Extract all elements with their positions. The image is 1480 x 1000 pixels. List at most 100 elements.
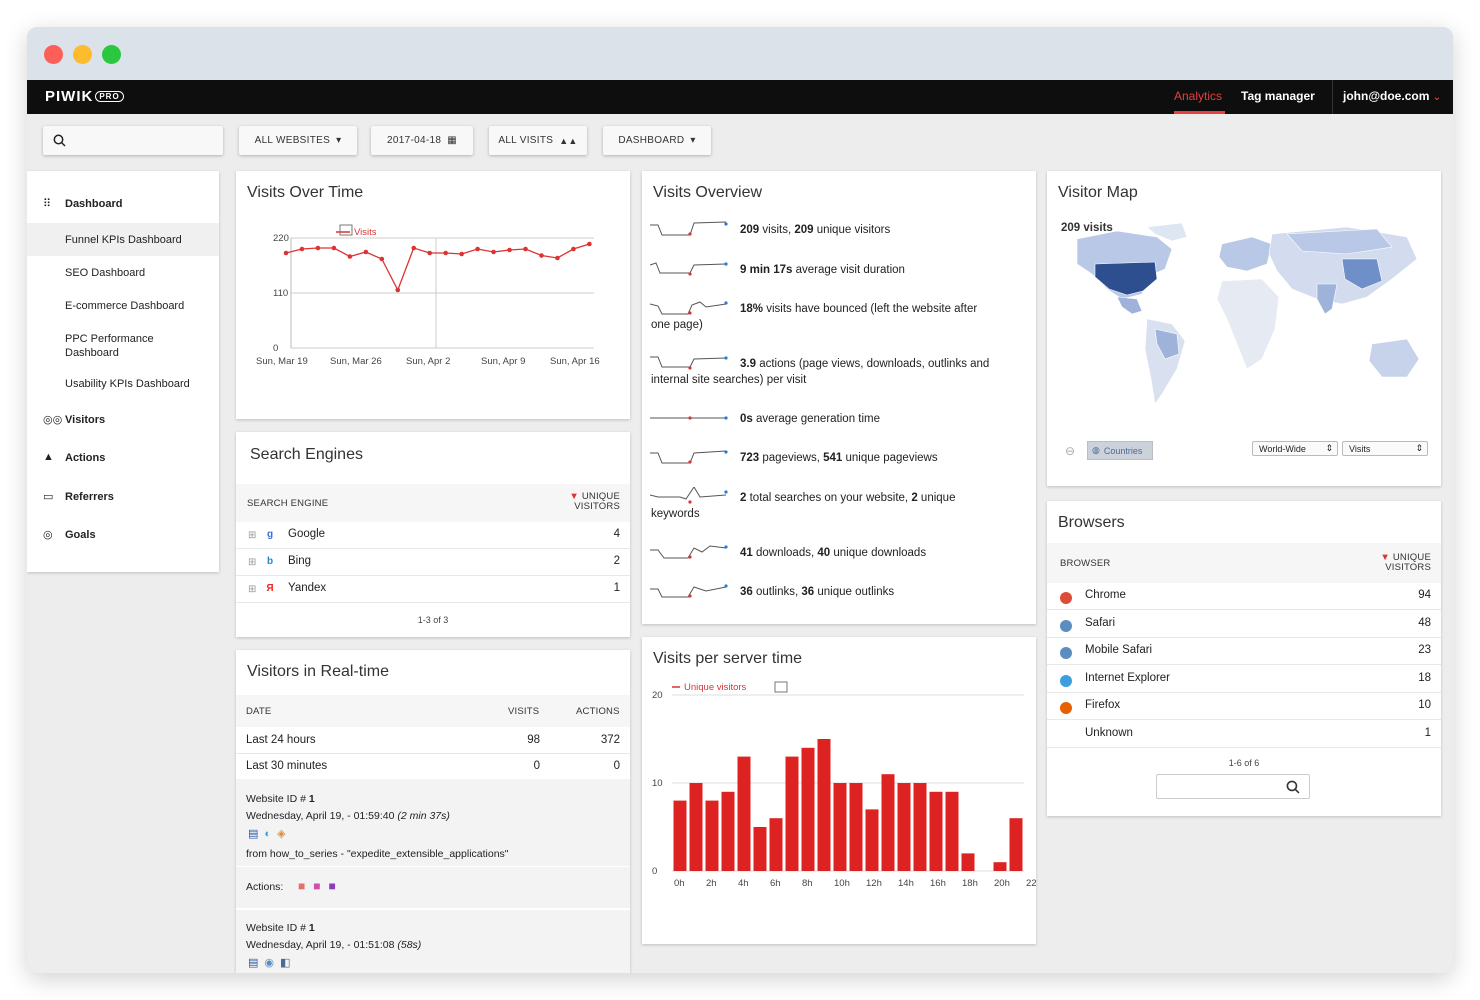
data-point[interactable] [315,245,321,251]
export-image-icon[interactable] [774,681,788,693]
nav-analytics[interactable]: Analytics [1174,89,1222,103]
data-point[interactable] [427,250,433,256]
browsers-search-input[interactable] [1156,774,1310,799]
sparkline[interactable] [650,259,730,279]
data-point[interactable] [587,241,592,247]
countries-button[interactable]: ◍ Countries [1087,441,1153,460]
bar[interactable] [705,800,719,871]
table-row-label[interactable]: Mobile Safari [1085,644,1152,656]
bar[interactable] [913,783,927,871]
piwik-logo[interactable]: PIWIK PRO [45,88,124,105]
sidebar-item-referrers[interactable]: Referrers [65,491,114,503]
export-image-icon[interactable] [339,224,353,236]
bar[interactable] [801,747,815,871]
visit-site[interactable]: Website ID # 1 [246,793,315,805]
zoom-out-icon[interactable]: ⊖ [1065,444,1075,458]
bar[interactable] [881,774,895,871]
server-time-chart[interactable]: Unique visitors 20 10 0 0h 2h 4h 6h 8h 10h 12h 14h 1… [642,637,1036,944]
data-point[interactable] [363,249,369,255]
visit-actions-icons[interactable]: ■■■ [298,879,344,893]
sidebar-item-ecommerce[interactable]: E-commerce Dashboard [65,300,184,312]
sparkline[interactable] [650,219,730,239]
col-unique-visitors[interactable]: ▼ UNIQUE VISITORS [1380,553,1431,573]
data-point[interactable] [507,247,512,253]
region-select[interactable]: World-Wide ⇕ [1252,441,1338,456]
col-browser[interactable]: BROWSER [1060,558,1111,569]
table-row-label[interactable]: Chrome [1085,589,1126,601]
bar[interactable] [897,783,911,871]
sparkline[interactable] [650,581,730,601]
bar[interactable] [769,818,783,871]
bar[interactable] [929,791,943,871]
minimize-window-button[interactable] [73,45,92,64]
data-point[interactable] [571,246,576,252]
sidebar-item-goals[interactable]: Goals [65,529,96,541]
segment-dropdown[interactable]: ALL VISITS ▲▲ [489,126,587,155]
table-row-label[interactable]: Unknown [1085,727,1133,739]
table-row-label[interactable]: Yandex [288,582,326,594]
bar[interactable] [993,862,1007,871]
websites-dropdown[interactable]: ALL WEBSITES ▾ [239,126,357,155]
sparkline[interactable] [650,408,730,428]
data-point[interactable] [475,246,480,252]
data-point[interactable] [379,256,385,262]
metric-select[interactable]: Visits ⇕ [1342,441,1428,456]
data-point[interactable] [459,251,464,257]
data-point[interactable] [539,253,544,258]
data-point[interactable] [331,245,337,251]
user-menu[interactable]: john@doe.com ⌄ [1343,89,1441,103]
expand-row-icon[interactable]: ⊞ [248,584,256,595]
data-point[interactable] [443,250,448,256]
table-row-label[interactable]: Google [288,528,325,540]
bar[interactable] [721,791,735,871]
table-row-label[interactable]: Firefox [1085,699,1120,711]
table-row-label[interactable]: Bing [288,555,311,567]
data-point[interactable] [299,246,305,252]
visit-site[interactable]: Website ID # 1 [246,922,315,934]
table-row-label[interactable]: Safari [1085,617,1115,629]
bar[interactable] [849,783,863,871]
bar[interactable] [817,739,831,871]
bar[interactable] [753,827,767,871]
bar[interactable] [945,791,959,871]
search-input[interactable] [43,126,223,155]
sparkline[interactable] [650,298,730,318]
close-window-button[interactable] [44,45,63,64]
sidebar-item-seo[interactable]: SEO Dashboard [65,267,145,279]
date-picker[interactable]: 2017-04-18 ▦ [371,126,473,155]
sparkline[interactable] [650,447,730,467]
sidebar-item-funnel-kpis[interactable]: Funnel KPIs Dashboard [65,234,182,246]
bar[interactable] [865,809,879,871]
data-point[interactable] [555,255,560,261]
table-row-label[interactable]: Internet Explorer [1085,672,1170,684]
data-point[interactable] [491,249,496,255]
bar[interactable] [785,756,799,871]
bar[interactable] [689,783,703,871]
bar[interactable] [833,783,847,871]
sidebar-item-dashboard[interactable]: Dashboard [65,198,122,210]
nav-tag-manager[interactable]: Tag manager [1241,89,1315,103]
bar[interactable] [1009,818,1023,871]
sparkline[interactable] [650,542,730,562]
col-unique-visitors[interactable]: ▼ UNIQUE VISITORS [569,492,620,512]
expand-row-icon[interactable]: ⊞ [248,557,256,568]
bar[interactable] [961,853,975,871]
sparkline[interactable] [650,487,730,507]
sparkline[interactable] [650,353,730,373]
maximize-window-button[interactable] [102,45,121,64]
data-point[interactable] [347,254,353,259]
data-point[interactable] [283,250,289,256]
bar[interactable] [737,756,751,871]
data-point[interactable] [411,245,417,251]
sidebar-item-usability[interactable]: Usability KPIs Dashboard [65,378,190,390]
col-search-engine[interactable]: SEARCH ENGINE [247,498,328,509]
expand-row-icon[interactable]: ⊞ [248,530,256,541]
sidebar-item-ppc[interactable]: PPC Performance Dashboard [65,332,185,360]
visits-over-time-chart[interactable]: Visits 220 110 0 Sun, Mar 19 Sun, Mar 26 Sun, … [236,171,630,419]
data-point[interactable] [523,246,528,252]
bar[interactable] [673,800,687,871]
sidebar-item-visitors[interactable]: Visitors [65,414,105,426]
sidebar-item-actions[interactable]: Actions [65,452,105,464]
world-map[interactable] [1047,219,1441,429]
dashboard-dropdown[interactable]: DASHBOARD ▾ [603,126,711,155]
